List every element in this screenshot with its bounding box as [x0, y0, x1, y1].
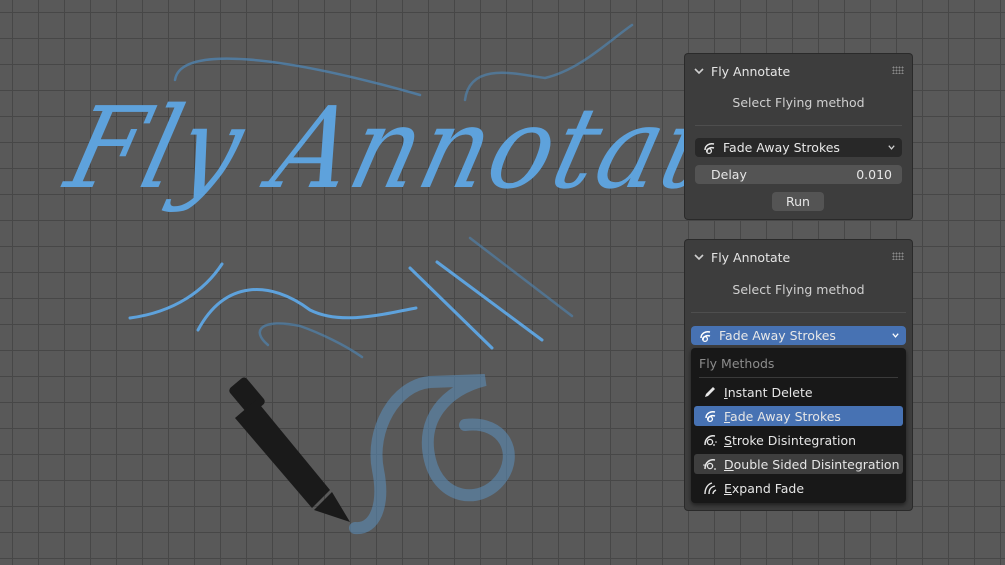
- panel-title: Fly Annotate: [711, 249, 791, 265]
- panel-header[interactable]: Fly Annotate: [685, 240, 912, 274]
- delay-field[interactable]: Delay 0.010: [695, 165, 902, 184]
- pencil-icon: [705, 387, 715, 397]
- hero-title: Fly Annotate: [55, 82, 789, 214]
- divider: [699, 377, 898, 378]
- delay-label: Delay: [711, 167, 747, 182]
- chevron-down-icon: [888, 145, 895, 150]
- fade-strokes-icon: [700, 330, 711, 342]
- disintegration-icon: [704, 435, 717, 446]
- method-dropdown-value: Fade Away Strokes: [723, 140, 840, 155]
- menu-title: Fly Methods: [699, 356, 775, 371]
- panel-title: Fly Annotate: [711, 63, 791, 79]
- menu-item-instant-delete[interactable]: Instant Delete: [694, 382, 903, 402]
- menu-item-expand-fade[interactable]: Expand Fade: [694, 478, 903, 498]
- stroke-wave-left: [128, 262, 224, 320]
- drag-handle-icon[interactable]: [892, 252, 904, 260]
- menu-item-label: Stroke Disintegration: [724, 432, 857, 448]
- menu-item-label: Fade Away Strokes: [724, 408, 841, 424]
- select-method-label: Select Flying method: [732, 282, 865, 297]
- fly-annotate-panel-collapsed-menu: Fly Annotate Select Flying method Fade A…: [685, 54, 912, 219]
- stroke-wave-mid: [196, 288, 418, 332]
- method-dropdown-open[interactable]: Fade Away Strokes: [691, 326, 906, 345]
- stroke-diagonal-1: [408, 266, 494, 350]
- drag-handle-icon[interactable]: [892, 66, 904, 74]
- method-dropdown-value: Fade Away Strokes: [719, 328, 836, 343]
- menu-item-label: Instant Delete: [724, 384, 813, 400]
- fly-methods-menu: Fly Methods Instant Delete Fade Away Str…: [691, 348, 906, 503]
- stroke-diagonal-2: [435, 260, 544, 342]
- delay-value: 0.010: [856, 167, 892, 182]
- fade-strokes-icon: [705, 411, 716, 423]
- double-disintegration-icon: [703, 459, 716, 470]
- menu-item-stroke-disintegration[interactable]: Stroke Disintegration: [694, 430, 903, 450]
- stroke-wave-low: [258, 322, 364, 359]
- select-method-label: Select Flying method: [732, 95, 865, 110]
- chevron-down-icon: [694, 68, 704, 75]
- chevron-down-icon: [892, 333, 899, 338]
- menu-item-label: Expand Fade: [724, 480, 805, 496]
- menu-item-fade-away-strokes[interactable]: Fade Away Strokes: [694, 406, 903, 426]
- run-button[interactable]: Run: [772, 192, 824, 211]
- menu-item-double-sided-disintegration[interactable]: Double Sided Disintegration: [694, 454, 903, 474]
- chevron-down-icon: [694, 254, 704, 261]
- pencil-icon-large: [229, 377, 350, 522]
- panel-header[interactable]: Fly Annotate: [685, 54, 912, 88]
- menu-item-label: Double Sided Disintegration: [724, 456, 900, 472]
- fly-annotate-panel-open-menu: Fly Annotate Select Flying method Fade A…: [685, 240, 912, 510]
- fade-strokes-icon: [704, 142, 715, 154]
- divider: [695, 125, 902, 126]
- method-dropdown[interactable]: Fade Away Strokes: [695, 138, 902, 157]
- stroke-diagonal-3: [468, 236, 574, 318]
- stroke-loop: [349, 374, 515, 535]
- expand-fade-icon: [704, 482, 717, 495]
- divider: [691, 312, 906, 313]
